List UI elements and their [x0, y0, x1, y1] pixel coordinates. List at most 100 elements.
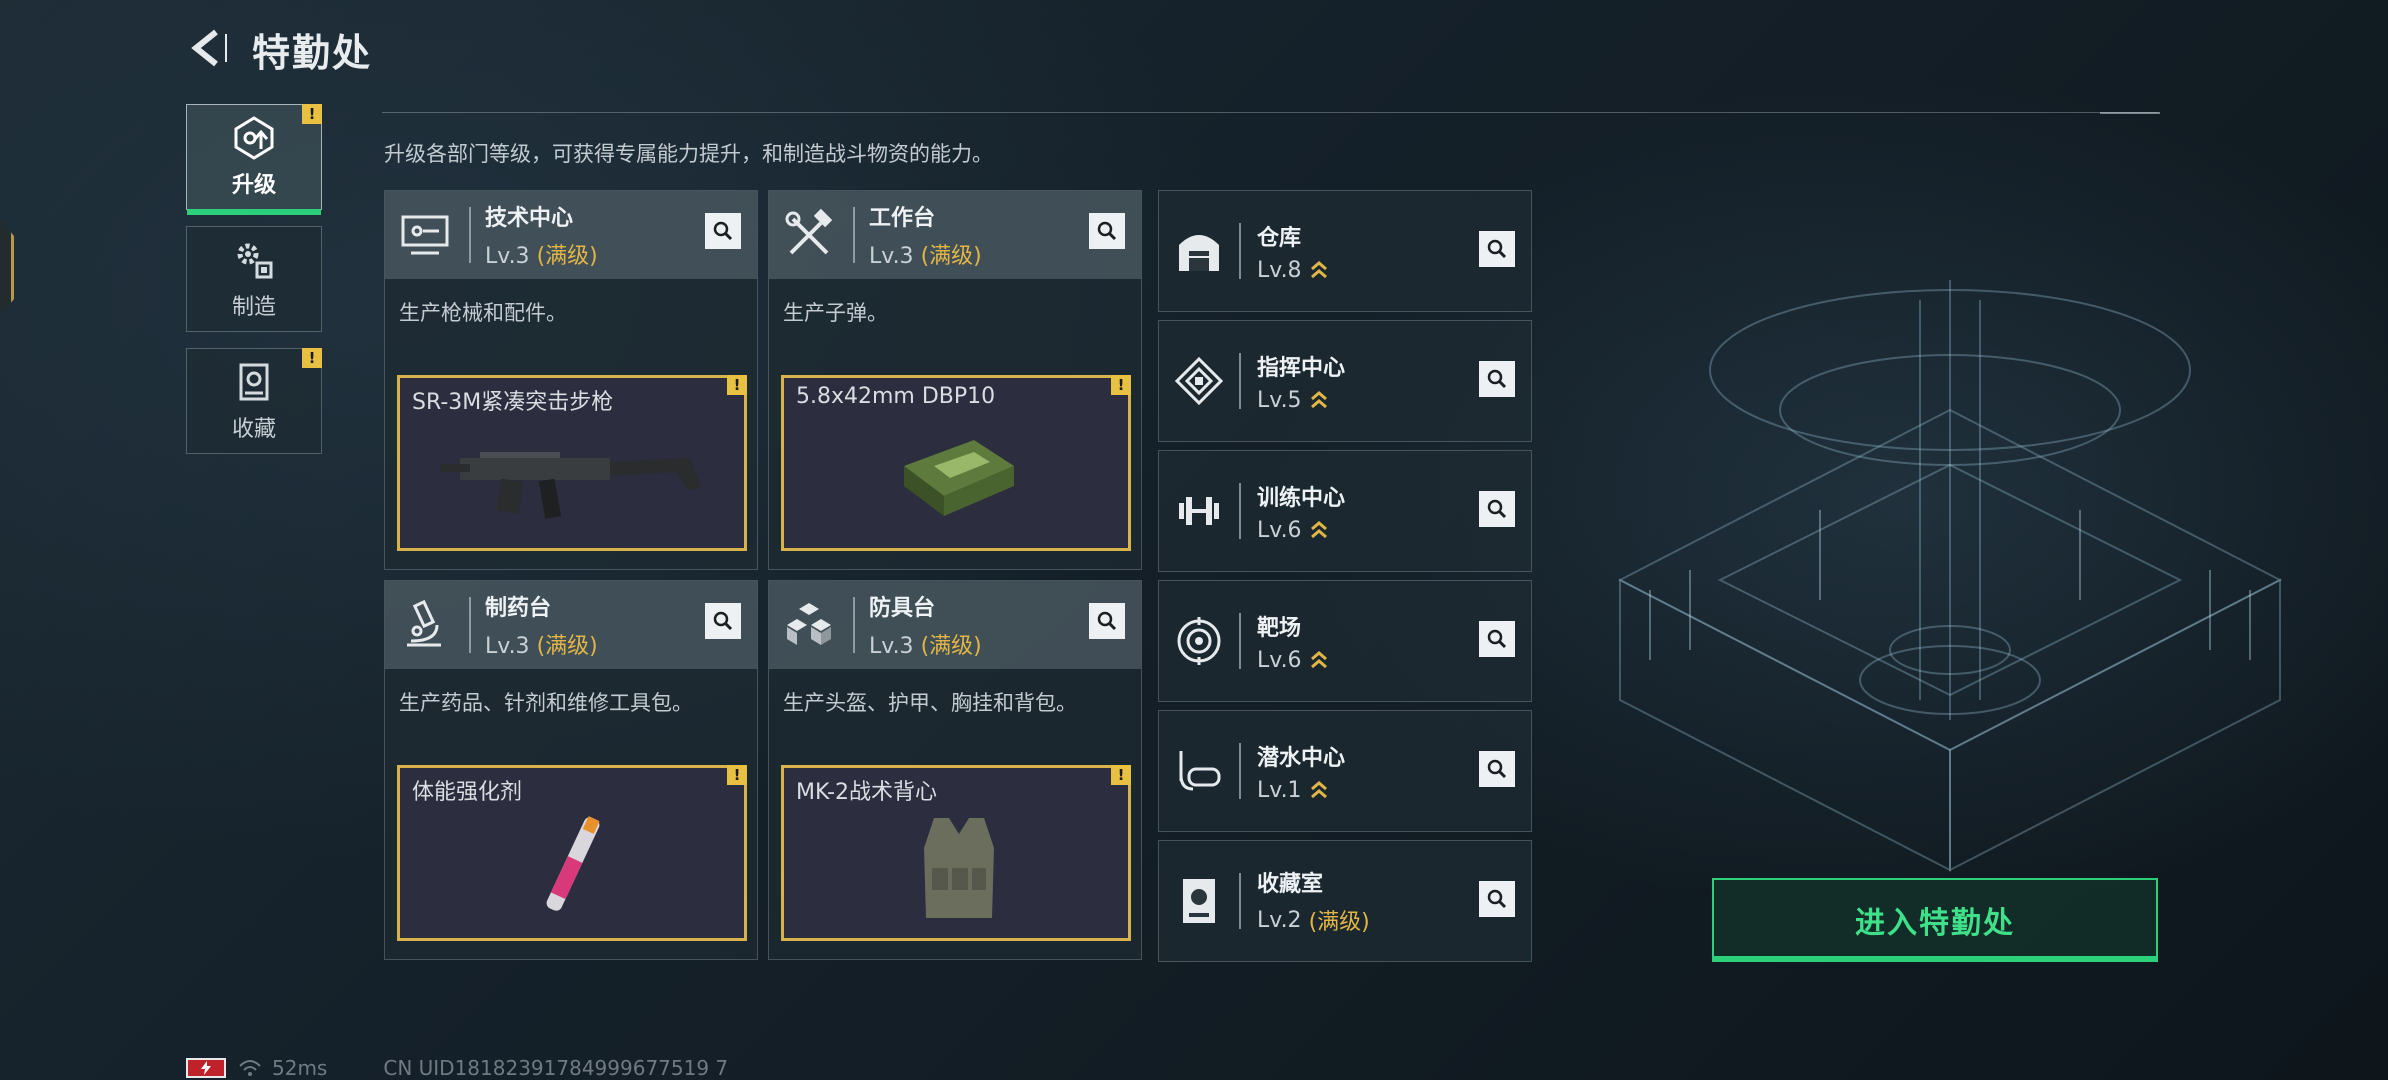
workshop-name: 制药台: [485, 596, 552, 621]
workshop-description: 生产药品、针剂和维修工具包。: [399, 691, 693, 715]
search-button[interactable]: [1479, 231, 1515, 267]
craft-item-slot[interactable]: MK-2战术背心 !: [781, 765, 1131, 941]
upgrade-chevron-icon: [1310, 261, 1327, 279]
facility-level: Lv.6: [1257, 517, 1302, 543]
armor-blocks-icon: [787, 603, 831, 645]
workshop-level: Lv.3 (满级): [485, 244, 598, 269]
search-button[interactable]: [1089, 213, 1125, 249]
tab-craft[interactable]: 制造: [186, 226, 322, 332]
alert-badge: !: [1111, 375, 1131, 395]
facility-level: Lv.2: [1257, 907, 1302, 933]
alert-badge: !: [727, 765, 747, 785]
facility-warehouse[interactable]: 仓库 Lv.8: [1158, 190, 1532, 312]
divider: [382, 112, 2158, 113]
facility-name: 仓库: [1257, 225, 1302, 251]
collection-icon: [239, 363, 269, 401]
target-icon: [1177, 617, 1221, 665]
search-icon: [1487, 889, 1507, 909]
craft-item-slot[interactable]: SR-3M紧凑突击步枪 !: [397, 375, 747, 551]
item-name: 5.8x42mm DBP10: [796, 384, 996, 409]
workshop-level: Lv.3 (满级): [485, 634, 598, 659]
workshop-description: 生产枪械和配件。: [399, 301, 567, 325]
workshop-name: 工作台: [869, 206, 936, 231]
divider: [2100, 112, 2160, 114]
rifle-image: [440, 452, 702, 519]
enter-button-label: 进入特勤处: [1855, 906, 2015, 941]
search-icon: [1487, 759, 1507, 779]
facility-name: 指挥中心: [1257, 355, 1346, 381]
workshop-description: 生产子弹。: [783, 301, 888, 325]
diving-mask-icon: [1179, 751, 1221, 791]
max-level-tag: (满级): [1308, 910, 1370, 935]
wifi-icon: [239, 1060, 261, 1076]
upgrade-chevron-icon: [1310, 521, 1327, 539]
search-button[interactable]: [705, 213, 741, 249]
item-name: 体能强化剂: [412, 780, 523, 805]
status-bar: 52ms CN UID18182391784999677519 7: [186, 1056, 728, 1080]
workshop-level: Lv.3 (满级): [869, 634, 982, 659]
facility-command-center[interactable]: 指挥中心 Lv.5: [1158, 320, 1532, 442]
tab-collection-label: 收藏: [231, 417, 276, 442]
facility-name: 靶场: [1257, 615, 1302, 641]
item-name: SR-3M紧凑突击步枪: [412, 390, 614, 415]
search-icon: [1097, 611, 1117, 631]
facility-name: 收藏室: [1257, 872, 1324, 897]
facility-level: Lv.5: [1257, 387, 1302, 413]
gears-icon: [237, 243, 273, 279]
facility-training-center[interactable]: 训练中心 Lv.6: [1158, 450, 1532, 572]
dumbbell-icon: [1179, 497, 1219, 525]
battery-bolt-icon: [186, 1058, 226, 1078]
search-button[interactable]: [1479, 751, 1515, 787]
facility-collection-room[interactable]: 收藏室 Lv.2 (满级): [1158, 840, 1532, 962]
alert-badge: !: [1111, 765, 1131, 785]
search-button[interactable]: [705, 603, 741, 639]
tab-upgrade-label: 升级: [231, 173, 276, 198]
facility-level: Lv.6: [1257, 647, 1302, 673]
microscope-icon: [407, 599, 441, 647]
search-icon: [1097, 221, 1117, 241]
search-button[interactable]: [1479, 621, 1515, 657]
search-button[interactable]: [1479, 361, 1515, 397]
tactical-vest-image: [924, 818, 994, 918]
ping-readout: 52ms: [272, 1056, 328, 1080]
search-icon: [1487, 629, 1507, 649]
alert-badge: !: [302, 104, 322, 124]
enter-special-ops-button[interactable]: 进入特勤处: [1712, 878, 2158, 962]
search-button[interactable]: [1089, 603, 1125, 639]
stimulant-injector-image: [546, 816, 600, 911]
upgrade-icon: [234, 116, 274, 160]
user-uid: CN UID18182391784999677519 7: [383, 1056, 729, 1080]
facility-diving-center[interactable]: 潜水中心 Lv.1: [1158, 710, 1532, 832]
alert-badge: !: [302, 348, 322, 368]
facility-shooting-range[interactable]: 靶场 Lv.6: [1158, 580, 1532, 702]
search-icon: [1487, 499, 1507, 519]
page-description: 升级各部门等级，可获得专属能力提升，和制造战斗物资的能力。: [384, 142, 993, 166]
search-icon: [713, 221, 733, 241]
alert-badge: !: [727, 375, 747, 395]
back-arrow-icon: [191, 29, 227, 67]
upgrade-chevron-icon: [1310, 781, 1327, 799]
tab-craft-label: 制造: [231, 295, 276, 320]
search-button[interactable]: [1479, 491, 1515, 527]
workshop-card[interactable]: 工作台 Lv.3 (满级) 生产子弹。 5.8x42mm DBP10 !: [768, 190, 1142, 570]
facility-level: Lv.1: [1257, 777, 1302, 803]
tab-collection[interactable]: 收藏 !: [186, 348, 322, 454]
back-button[interactable]: [184, 24, 232, 72]
search-button[interactable]: [1479, 881, 1515, 917]
workshop-card[interactable]: 防具台 Lv.3 (满级) 生产头盔、护甲、胸挂和背包。 MK-2战术背心 !: [768, 580, 1142, 960]
tab-upgrade[interactable]: 升级 !: [186, 104, 322, 215]
workshop-card[interactable]: 技术中心 Lv.3 (满级) 生产枪械和配件。 SR-3M紧凑突击步枪 !: [384, 190, 758, 570]
warehouse-icon: [1179, 235, 1219, 271]
workshop-card[interactable]: 制药台 Lv.3 (满级) 生产药品、针剂和维修工具包。 体能强化剂 !: [384, 580, 758, 960]
workshop-name: 防具台: [869, 596, 936, 621]
craft-item-slot[interactable]: 5.8x42mm DBP10 !: [781, 375, 1131, 551]
facility-name: 训练中心: [1257, 485, 1346, 511]
workshop-name: 技术中心: [485, 206, 574, 231]
search-icon: [1487, 369, 1507, 389]
search-icon: [713, 611, 733, 631]
workshop-description: 生产头盔、护甲、胸挂和背包。: [783, 691, 1077, 715]
craft-item-slot[interactable]: 体能强化剂 !: [397, 765, 747, 941]
command-center-icon: [1174, 356, 1224, 406]
computer-icon: [401, 215, 449, 255]
search-icon: [1487, 239, 1507, 259]
